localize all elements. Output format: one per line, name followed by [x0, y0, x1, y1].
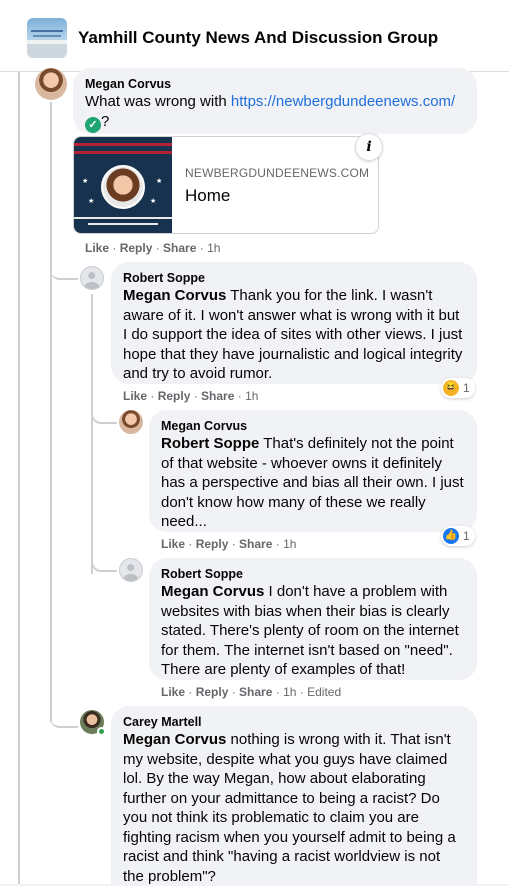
reaction-summary[interactable]: 😆 1 [441, 378, 475, 398]
reply-link[interactable]: Reply [120, 241, 153, 255]
comment-bubble: Megan Corvus What was wrong with https:/… [73, 68, 477, 134]
comment-author[interactable]: Carey Martell [123, 714, 465, 730]
avatar[interactable] [119, 558, 143, 582]
haha-reaction-icon: 😆 [443, 380, 459, 396]
check-badge-icon: ✓ [85, 116, 101, 133]
reply-link[interactable]: Reply [196, 685, 229, 699]
like-link[interactable]: Like [123, 389, 147, 403]
page: Yamhill County News And Discussion Group… [0, 0, 509, 886]
reply-link[interactable]: Reply [158, 389, 191, 403]
reaction-summary[interactable]: 👍 1 [441, 526, 475, 546]
comment-author[interactable]: Megan Corvus [161, 418, 465, 434]
online-status-indicator [97, 727, 106, 736]
timestamp[interactable]: 1h [207, 241, 220, 255]
comment-bubble: Carey Martell Megan Corvus nothing is wr… [111, 706, 477, 886]
comment-link[interactable]: https://newbergdundeenews.com/ [231, 93, 455, 110]
mention-link[interactable]: Megan Corvus [161, 583, 264, 600]
thread-line [50, 102, 52, 722]
group-avatar[interactable] [27, 18, 67, 58]
mention-link[interactable]: Megan Corvus [123, 731, 226, 748]
avatar[interactable] [119, 410, 143, 434]
comment-bubble: Robert Soppe Megan Corvus I don't have a… [149, 558, 477, 680]
thread-line [91, 294, 93, 574]
comment-text: Megan Corvus nothing is wrong with it. T… [123, 730, 465, 886]
timestamp[interactable]: 1h [283, 537, 296, 551]
comment-author[interactable]: Robert Soppe [161, 566, 465, 582]
comment-text: What was wrong with https://newbergdunde… [85, 92, 465, 133]
share-link[interactable]: Share [201, 389, 234, 403]
timestamp[interactable]: 1h [283, 685, 296, 699]
avatar[interactable] [35, 68, 67, 100]
link-preview-image: ★ ★ ★ ★ [74, 137, 172, 233]
info-icon[interactable]: i [355, 133, 383, 161]
comment-actions: Like · Reply · Share · 1h [85, 241, 221, 255]
comment-bubble: Megan Corvus Robert Soppe That's definit… [149, 410, 477, 532]
timestamp[interactable]: 1h [245, 389, 258, 403]
mention-link[interactable]: Robert Soppe [161, 435, 259, 452]
comment-text-prefix: What was wrong with [85, 93, 231, 110]
reaction-count: 1 [463, 381, 470, 395]
reaction-count: 1 [463, 529, 470, 543]
avatar[interactable] [80, 266, 104, 290]
like-reaction-icon: 👍 [443, 528, 459, 544]
thread-line [18, 72, 20, 884]
link-preview-card[interactable]: ★ ★ ★ ★ NEWBERGDUNDEENEWS.COM Home [73, 136, 379, 234]
share-link[interactable]: Share [163, 241, 196, 255]
group-header: Yamhill County News And Discussion Group [0, 0, 509, 72]
comment-text: Robert Soppe That's definitely not the p… [161, 434, 465, 532]
comment-text: Megan Corvus I don't have a problem with… [161, 582, 465, 680]
thread-connector [91, 558, 117, 572]
comment-author[interactable]: Megan Corvus [85, 76, 465, 92]
group-title[interactable]: Yamhill County News And Discussion Group [78, 28, 438, 48]
comment-text-suffix: ? [101, 112, 110, 130]
share-link[interactable]: Share [239, 685, 272, 699]
thread-connector [91, 410, 117, 424]
share-link[interactable]: Share [239, 537, 272, 551]
comment-bubble: Robert Soppe Megan Corvus Thank you for … [111, 262, 477, 384]
reply-link[interactable]: Reply [196, 537, 229, 551]
thread-connector [50, 710, 78, 728]
link-preview-title: Home [185, 186, 231, 205]
like-link[interactable]: Like [85, 241, 109, 255]
like-link[interactable]: Like [161, 537, 185, 551]
comment-actions: Like · Reply · Share · 1h [123, 389, 259, 403]
link-preview-domain: NEWBERGDUNDEENEWS.COM [185, 166, 370, 180]
comment-actions: Like · Reply · Share · 1h [161, 537, 297, 551]
comment-author[interactable]: Robert Soppe [123, 270, 465, 286]
comment-body: nothing is wrong with it. That isn't my … [123, 731, 456, 885]
like-link[interactable]: Like [161, 685, 185, 699]
comment-text: Megan Corvus Thank you for the link. I w… [123, 286, 465, 384]
comment-actions: Like · Reply · Share · 1h · Edited [161, 685, 342, 699]
mention-link[interactable]: Megan Corvus [123, 287, 226, 304]
edited-label: Edited [307, 685, 342, 699]
thread-connector [50, 262, 78, 280]
